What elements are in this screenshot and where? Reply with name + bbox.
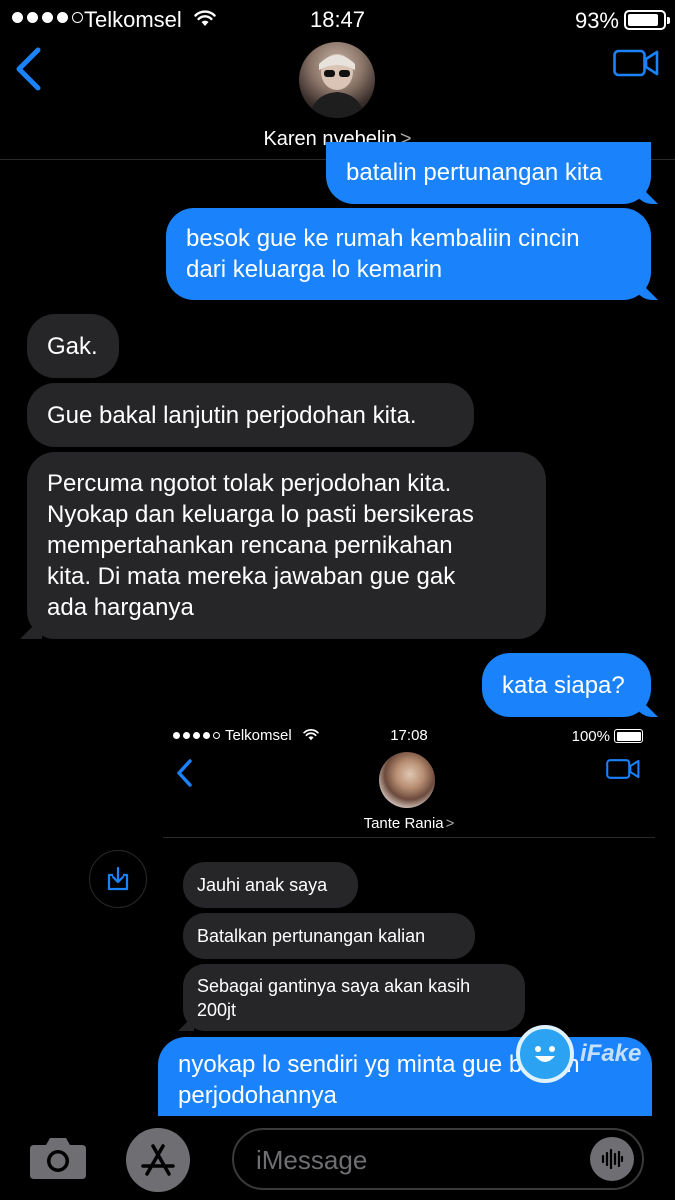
input-placeholder: iMessage bbox=[256, 1145, 368, 1175]
watermark: iFake bbox=[516, 1025, 641, 1083]
app-store-icon bbox=[141, 1144, 175, 1176]
message-bubble-received: Sebagai gantinya saya akan kasih 200jt bbox=[183, 964, 525, 1031]
battery-percentage: 93% bbox=[574, 8, 619, 33]
message-text: batalin pertunangan kita bbox=[346, 159, 603, 186]
message-bubble-received[interactable]: Percuma ngotot tolak perjodohan kita. Ny… bbox=[27, 452, 546, 639]
contact-name: Tante Rania bbox=[363, 815, 444, 832]
back-icon bbox=[175, 758, 193, 793]
status-bar: Telkomsel 18:47 93% bbox=[0, 0, 675, 40]
imessage-input[interactable]: iMessage bbox=[232, 1128, 644, 1190]
message-text-line: besok gue ke rumah kembaliin cincin bbox=[186, 225, 580, 252]
video-call-icon bbox=[606, 758, 640, 785]
smiley-icon bbox=[516, 1025, 574, 1083]
message-input-bar: iMessage bbox=[0, 1116, 675, 1200]
message-bubble-received[interactable]: Gue bakal lanjutin perjodohan kita. bbox=[27, 383, 474, 447]
download-icon bbox=[107, 866, 129, 891]
status-time: 18:47 bbox=[309, 7, 366, 32]
message-text-line: Sebagai gantinya saya akan kasih bbox=[197, 975, 471, 996]
watermark-text: iFake bbox=[580, 1040, 642, 1067]
message-text-line: dari keluarga lo kemarin bbox=[186, 256, 443, 283]
message-text: Gue bakal lanjutin perjodohan kita. bbox=[47, 401, 417, 429]
message-bubble-sent[interactable]: besok gue ke rumah kembaliin cincin dari… bbox=[166, 208, 651, 300]
message-text-line: kita. Di mata mereka jawaban gue gak bbox=[47, 563, 456, 590]
message-text: Batalkan pertunangan kalian bbox=[197, 926, 426, 946]
message-bubble-sent[interactable]: kata siapa? bbox=[482, 653, 651, 717]
message-text-line: ada harganya bbox=[47, 594, 194, 621]
save-image-button[interactable] bbox=[89, 850, 147, 908]
camera-button[interactable] bbox=[28, 1133, 88, 1186]
message-text-line: Percuma ngotot tolak perjodohan kita. bbox=[47, 470, 452, 497]
battery-icon bbox=[614, 729, 643, 743]
video-call-button[interactable] bbox=[613, 48, 659, 83]
message-text-line: 200jt bbox=[197, 999, 237, 1020]
message-bubble-received: Batalkan pertunangan kalian bbox=[183, 913, 475, 959]
message-text-line: perjodohannya bbox=[178, 1082, 337, 1109]
message-text-line: Nyokap dan keluarga lo pasti bersikeras bbox=[47, 501, 474, 528]
contact-avatar bbox=[379, 752, 435, 808]
chevron-right-icon: > bbox=[445, 815, 455, 832]
contact-avatar[interactable] bbox=[299, 42, 375, 118]
audio-waveform-icon bbox=[601, 1148, 624, 1170]
battery-percentage: 100% bbox=[571, 728, 610, 745]
message-bubble-sent[interactable]: batalin pertunangan kita bbox=[326, 142, 651, 204]
embedded-status-bar: Telkomsel 17:08 100% bbox=[163, 726, 655, 748]
message-bubble-received[interactable]: Gak. bbox=[27, 314, 119, 378]
message-text: kata siapa? bbox=[502, 671, 625, 699]
camera-icon bbox=[30, 1138, 86, 1179]
contact-name-label: Tante Rania > bbox=[163, 815, 655, 832]
back-button[interactable] bbox=[14, 46, 42, 97]
battery-icon bbox=[624, 10, 670, 30]
app-store-button[interactable] bbox=[126, 1128, 190, 1192]
message-text-line: mempertahankan rencana pernikahan bbox=[47, 532, 453, 559]
message-text: Jauhi anak saya bbox=[197, 875, 328, 895]
audio-record-button[interactable] bbox=[590, 1137, 634, 1181]
message-text: Gak. bbox=[47, 332, 98, 360]
message-bubble-received: Jauhi anak saya bbox=[183, 862, 358, 908]
header-divider bbox=[163, 837, 655, 838]
